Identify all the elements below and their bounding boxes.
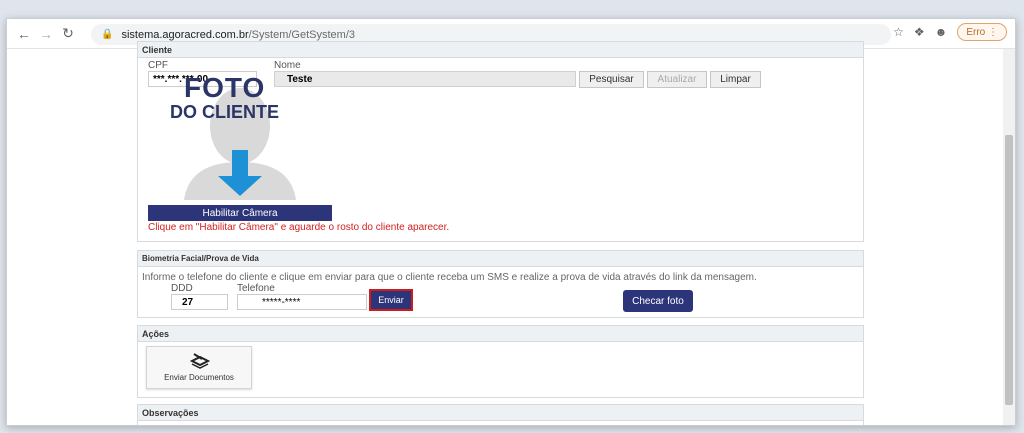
cliente-panel: Cliente CPF ***.***.***-00 Nome Teste Pe…: [137, 41, 864, 242]
acoes-header: Ações: [138, 326, 863, 342]
puzzle-icon[interactable]: ❖: [914, 25, 925, 39]
error-label: Erro: [966, 26, 986, 38]
telefone-input[interactable]: *****-****: [237, 294, 367, 310]
photo-title: FOTO: [184, 72, 266, 103]
observacoes-textarea[interactable]: [142, 425, 814, 426]
enviar-documentos-label: Enviar Documentos: [164, 373, 234, 382]
checar-foto-button[interactable]: Checar foto: [623, 290, 693, 312]
toolbar-actions: ☆ ❖ ☻ Erro ⋮: [893, 23, 1007, 41]
star-icon[interactable]: ☆: [893, 25, 904, 39]
biometria-info: Informe o telefone do cliente e clique e…: [142, 272, 757, 283]
limpar-button[interactable]: Limpar: [710, 71, 761, 88]
reload-icon[interactable]: ↻: [57, 23, 79, 45]
biometria-header: Biometria Facial/Prova de Vida: [138, 251, 863, 267]
url-path: /System/GetSystem/3: [248, 28, 355, 41]
profile-icon[interactable]: ☻: [935, 25, 948, 39]
url-host: sistema.agoracred.com.br: [121, 28, 249, 41]
scanner-icon: [190, 353, 210, 369]
observacoes-panel: Observações: [137, 404, 864, 426]
forward-icon[interactable]: →: [35, 23, 57, 45]
ddd-label: DDD: [171, 283, 193, 294]
lock-icon: 🔒: [101, 29, 114, 40]
cliente-header: Cliente: [138, 42, 863, 58]
screenshot-frame: ← → ↻ 🔒 sistema.agoracred.com.br/System/…: [0, 0, 1024, 433]
photo-subtitle: DO CLIENTE: [170, 102, 280, 122]
habilitar-camera-button[interactable]: Habilitar Câmera: [148, 205, 332, 221]
enviar-documentos-button[interactable]: Enviar Documentos: [146, 346, 252, 389]
ddd-input[interactable]: 27: [171, 294, 228, 310]
enviar-button[interactable]: Enviar: [369, 289, 413, 311]
nome-label: Nome: [274, 60, 301, 71]
error-badge[interactable]: Erro ⋮: [957, 23, 1007, 41]
back-icon[interactable]: ←: [13, 23, 35, 45]
page-content: Cliente CPF ***.***.***-00 Nome Teste Pe…: [137, 41, 864, 426]
cpf-label: CPF: [148, 60, 168, 71]
telefone-label: Telefone: [237, 283, 275, 294]
pesquisar-button[interactable]: Pesquisar: [579, 71, 644, 88]
atualizar-button[interactable]: Atualizar: [647, 71, 707, 88]
page-scrollbar[interactable]: [1003, 49, 1015, 425]
acoes-panel: Ações Enviar Documentos: [137, 325, 864, 398]
client-photo-placeholder: FOTO DO CLIENTE: [148, 72, 332, 200]
biometria-panel: Biometria Facial/Prova de Vida Informe o…: [137, 250, 864, 318]
observacoes-header: Observações: [138, 405, 863, 421]
scrollbar-thumb[interactable]: [1005, 135, 1013, 405]
browser-window: ← → ↻ 🔒 sistema.agoracred.com.br/System/…: [6, 18, 1016, 426]
camera-instruction: Clique em "Habilitar Câmera" e aguarde o…: [148, 222, 450, 233]
